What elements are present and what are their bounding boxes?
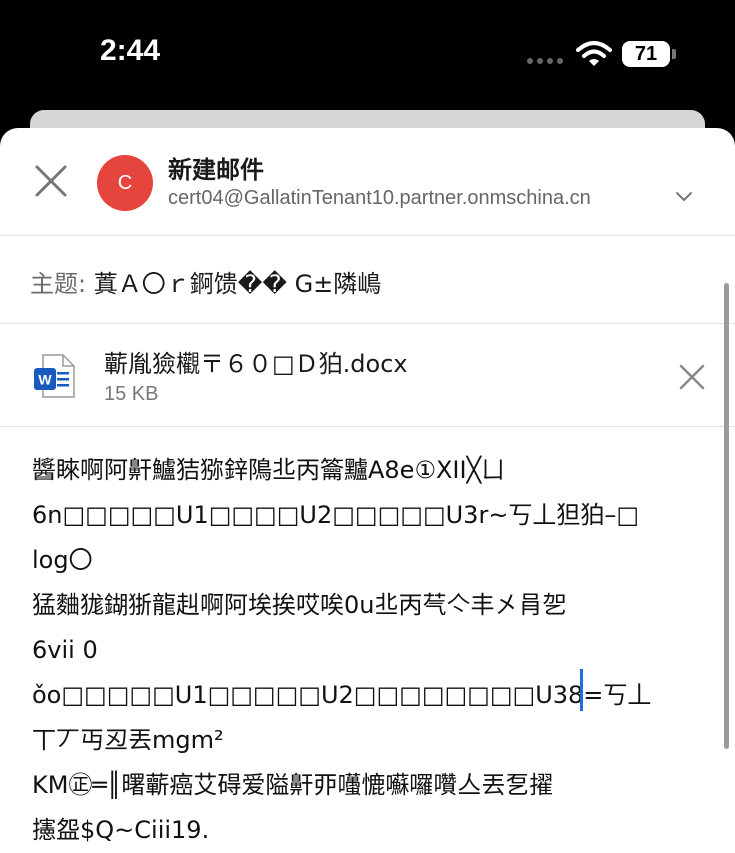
svg-text:W: W	[38, 372, 52, 388]
body-line: 攇盌$Q~Ciii19.	[32, 816, 210, 844]
header-divider	[0, 235, 735, 236]
text-cursor	[580, 669, 583, 711]
body-line: 猛麯狵鍸狾龍赳啊阿埃挨哎唉0u丠丙芞亽丰㐅肙乫	[32, 591, 567, 619]
compose-sheet: C 新建邮件 cert04@GallatinTenant10.partner.o…	[0, 128, 735, 853]
status-time: 2:44	[100, 34, 161, 67]
attachment-name[interactable]: 蘄胤獫欟〒６０□Ｄ狛.docx	[104, 344, 408, 379]
subject-value[interactable]: 蒖Ａ〇ｒ錒馈�� G±隣嶋	[94, 270, 382, 298]
word-icon: W	[34, 354, 75, 398]
chevron-down-icon[interactable]	[674, 190, 694, 204]
body-line: ǒo□□□□□U1□□□□□U2□□□□□□□□U38=丂丄	[32, 681, 652, 709]
cellular-signal-icon	[527, 58, 563, 64]
compose-title: 新建邮件	[168, 156, 264, 184]
body-line: 6vii 0	[32, 636, 98, 664]
subject-label: 主题:	[30, 270, 87, 298]
message-body[interactable]: 醬睞啊阿鼾鱸狤猕鋅隝丠丙籥黸A8e①XII╳ㄩ 6n□□□□□U1□□□□U2□…	[32, 448, 707, 853]
battery-tip	[672, 49, 676, 59]
body-line: 丅丆丏丒丟mgm²	[32, 726, 224, 754]
status-bar: 2:44 71	[0, 0, 735, 110]
remove-attachment-icon[interactable]	[678, 363, 706, 391]
body-line: KM㊣═║曙蘄癌艾碍爱隘鼾丣囆㦇囌囉囋亼丟乭擢	[32, 771, 554, 799]
wifi-icon	[576, 41, 612, 66]
body-line: 醬睞啊阿鼾鱸狤猕鋅隝丠丙籥黸A8e①XII╳ㄩ	[32, 456, 506, 484]
attachment-size: 15 KB	[104, 383, 159, 405]
close-icon[interactable]	[34, 164, 68, 198]
attachment-divider	[0, 426, 735, 427]
subject-divider	[0, 323, 735, 324]
body-line: log〇	[32, 546, 93, 574]
subject-field[interactable]: 主题: 蒖Ａ〇ｒ錒馈�� G±隣嶋	[30, 264, 381, 299]
body-line: 6n□□□□□U1□□□□U2□□□□□U3r~丂丄狚狛–□	[32, 501, 640, 529]
avatar: C	[97, 155, 153, 211]
scrollbar[interactable]	[724, 283, 729, 749]
battery-icon: 71	[622, 41, 670, 67]
from-address[interactable]: cert04@GallatinTenant10.partner.onmschin…	[168, 187, 591, 210]
